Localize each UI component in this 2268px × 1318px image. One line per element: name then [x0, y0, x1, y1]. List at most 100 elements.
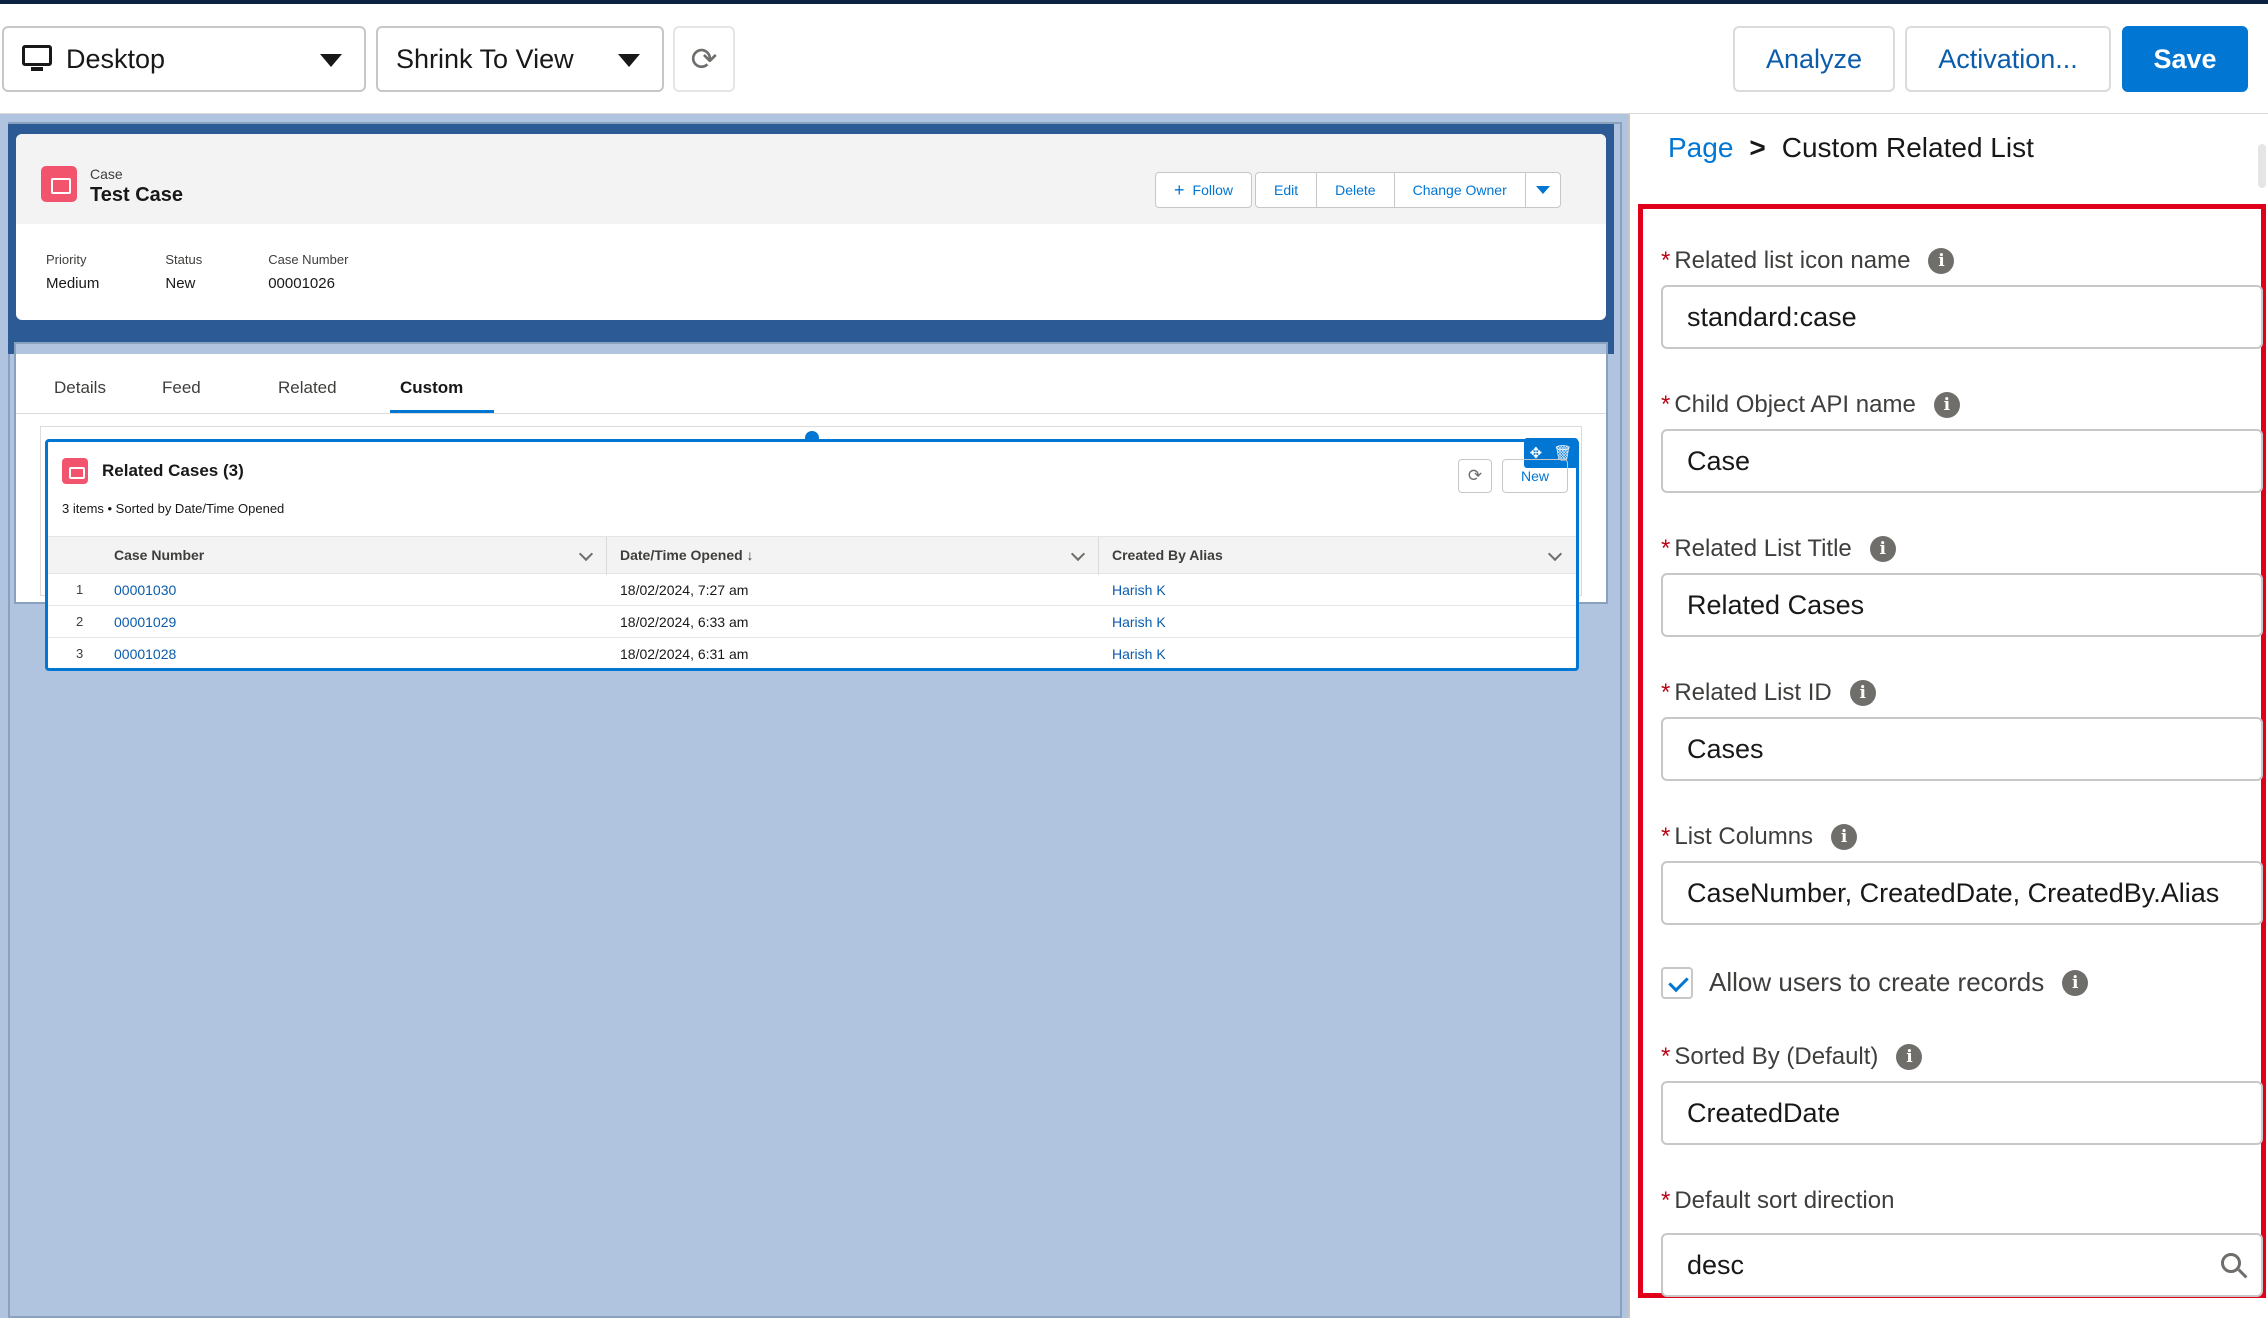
list-columns-label-row: * List Columns i	[1661, 823, 1858, 851]
related-list-title[interactable]: Related Cases (3)	[102, 461, 244, 481]
allow-create-label-row: Allow users to create records i	[1709, 967, 2089, 998]
table-row: 2 00001029 18/02/2024, 6:33 am Harish K	[48, 606, 1576, 638]
required-marker: *	[1661, 1187, 1671, 1214]
case-number-link[interactable]: 00001030	[114, 582, 176, 598]
info-icon[interactable]: i	[1869, 536, 1896, 562]
tab-related[interactable]: Related	[278, 378, 337, 398]
chevron-down-icon[interactable]	[1547, 546, 1563, 562]
tabs-component[interactable]: Details Feed Related Custom ✥ 🗑 Related …	[14, 342, 1608, 671]
save-button[interactable]: Save	[2122, 26, 2248, 92]
created-by-link[interactable]: Harish K	[1112, 646, 1166, 662]
builder-toolbar: Desktop Shrink To View ⟳ Analyze Activat…	[0, 4, 2268, 114]
info-icon[interactable]: i	[2062, 969, 2089, 996]
checkbox-checked-icon[interactable]	[1661, 967, 1693, 999]
row-number: 3	[76, 646, 84, 661]
object-label: Case	[90, 166, 123, 182]
property-panel: Page > Custom Related List * Related list…	[1632, 114, 2268, 1318]
field-priority: Priority Medium	[46, 252, 99, 292]
table-row: 3 00001028 18/02/2024, 6:31 am Harish K	[48, 638, 1576, 670]
device-select-label: Desktop	[66, 43, 166, 74]
child-object-input[interactable]: Case	[1661, 429, 2263, 493]
field-label: Priority	[46, 252, 87, 267]
field-status: Status New	[165, 252, 202, 292]
tab-details[interactable]: Details	[54, 378, 106, 398]
list-title-input[interactable]: Related Cases	[1661, 573, 2263, 637]
column-divider	[606, 537, 607, 575]
chevron-down-icon[interactable]	[1070, 546, 1086, 562]
child-object-label-row: * Child Object API name i	[1661, 391, 1960, 419]
date-opened-cell: 18/02/2024, 6:31 am	[620, 646, 749, 662]
device-select[interactable]: Desktop	[2, 26, 366, 92]
info-icon[interactable]: i	[1849, 680, 1876, 706]
info-icon[interactable]: i	[1896, 1044, 1923, 1070]
info-icon[interactable]: i	[1831, 824, 1858, 850]
activation-button[interactable]: Activation...	[1905, 26, 2111, 92]
case-icon	[41, 166, 77, 202]
record-header[interactable]: Case Test Case + Follow Edit Delete Chang…	[16, 134, 1606, 320]
column-header-date-opened[interactable]: Date/Time Opened ↓	[620, 547, 754, 563]
tab-custom[interactable]: Custom	[400, 378, 463, 398]
info-icon[interactable]: i	[1928, 248, 1955, 274]
case-number-link[interactable]: 00001029	[114, 614, 176, 630]
case-number-link[interactable]: 00001028	[114, 646, 176, 662]
list-id-label: Related List ID	[1674, 679, 1832, 706]
icon-name-input[interactable]: standard:case	[1661, 285, 2263, 349]
breadcrumb-page-link[interactable]: Page	[1668, 132, 1733, 164]
tab-feed[interactable]: Feed	[162, 378, 201, 398]
related-list-refresh-button[interactable]: ⟳	[1458, 459, 1492, 493]
related-list-new-button[interactable]: New	[1502, 459, 1568, 493]
column-header-case-number[interactable]: Case Number	[114, 547, 204, 563]
tabs-top-stripe	[16, 344, 1606, 354]
column-divider	[1098, 537, 1099, 575]
view-mode-select[interactable]: Shrink To View	[376, 26, 664, 92]
field-value: Medium	[46, 275, 100, 292]
chevron-down-icon	[320, 54, 342, 67]
column-header-created-by[interactable]: Created By Alias	[1112, 547, 1223, 563]
panel-scrollbar[interactable]	[2258, 144, 2266, 188]
created-by-link[interactable]: Harish K	[1112, 582, 1166, 598]
table-row: 1 00001030 18/02/2024, 7:27 am Harish K	[48, 574, 1576, 606]
related-list-card[interactable]: ✥ 🗑 Related Cases (3) 3 items • Sorted b…	[45, 438, 1579, 671]
follow-button[interactable]: + Follow	[1155, 172, 1252, 208]
sort-direction-combobox[interactable]: desc	[1661, 1233, 2263, 1297]
change-owner-button[interactable]: Change Owner	[1393, 172, 1526, 208]
case-icon	[62, 458, 88, 484]
row-number: 1	[76, 582, 84, 597]
search-icon[interactable]	[2221, 1253, 2248, 1279]
related-list-table: Case Number Date/Time Opened ↓ Created B…	[48, 536, 1576, 670]
refresh-button[interactable]: ⟳	[673, 26, 735, 92]
list-title-label: Related List Title	[1674, 535, 1852, 562]
analyze-button[interactable]: Analyze	[1733, 26, 1895, 92]
related-list-container: ✥ 🗑 Related Cases (3) 3 items • Sorted b…	[40, 426, 1582, 671]
chevron-down-icon	[618, 54, 640, 67]
child-object-label: Child Object API name	[1674, 391, 1916, 418]
chevron-down-icon[interactable]	[578, 546, 594, 562]
delete-button[interactable]: Delete	[1316, 172, 1395, 208]
view-mode-label: Shrink To View	[396, 43, 574, 74]
sorted-by-label: Sorted By (Default)	[1674, 1043, 1879, 1070]
highlight-fields: Priority Medium Status New Case Number 0…	[46, 252, 414, 292]
info-icon[interactable]: i	[1933, 392, 1960, 418]
sort-direction-label-row: * Default sort direction	[1661, 1187, 1894, 1215]
more-actions-button[interactable]	[1524, 172, 1561, 208]
follow-label: Follow	[1192, 182, 1233, 198]
breadcrumb: Page > Custom Related List	[1668, 132, 2034, 164]
required-marker: *	[1661, 247, 1671, 274]
edit-button[interactable]: Edit	[1254, 172, 1318, 208]
refresh-icon: ⟳	[1467, 466, 1483, 485]
sorted-by-label-row: * Sorted By (Default) i	[1661, 1043, 1923, 1071]
active-tab-indicator	[390, 410, 494, 413]
required-marker: *	[1661, 823, 1671, 850]
field-label: Case Number	[268, 252, 349, 267]
tab-bar: Details Feed Related Custom	[16, 366, 1606, 414]
list-id-input[interactable]: Cases	[1661, 717, 2263, 781]
list-columns-input[interactable]: CaseNumber, CreatedDate, CreatedBy.Alias	[1661, 861, 2263, 925]
related-list-subtitle: 3 items • Sorted by Date/Time Opened	[62, 501, 285, 516]
row-number: 2	[76, 614, 84, 629]
record-title: Test Case	[90, 184, 184, 206]
list-columns-label: List Columns	[1674, 823, 1814, 850]
sorted-by-input[interactable]: CreatedDate	[1661, 1081, 2263, 1145]
created-by-link[interactable]: Harish K	[1112, 614, 1166, 630]
page-canvas: Case Test Case + Follow Edit Delete Chang…	[0, 114, 1630, 1318]
field-label: Status	[165, 252, 203, 267]
